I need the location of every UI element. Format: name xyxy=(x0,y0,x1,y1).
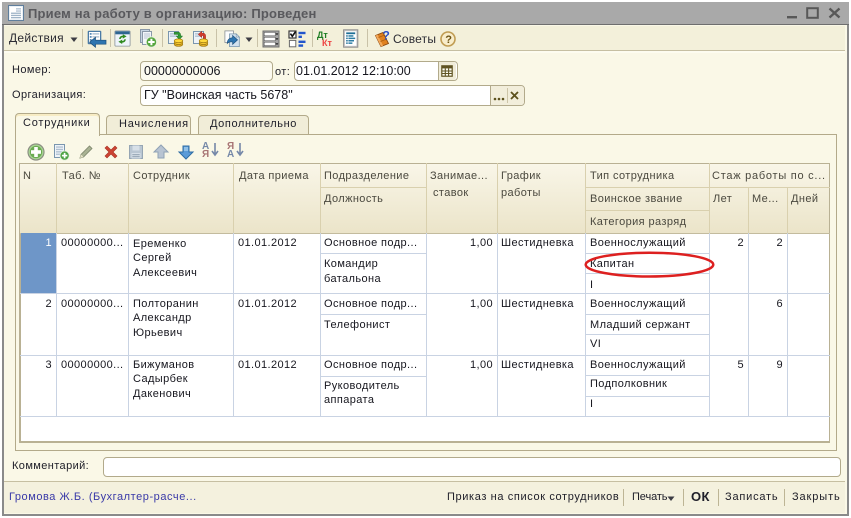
svg-text:?: ? xyxy=(383,29,390,43)
svg-text:?: ? xyxy=(445,34,452,46)
